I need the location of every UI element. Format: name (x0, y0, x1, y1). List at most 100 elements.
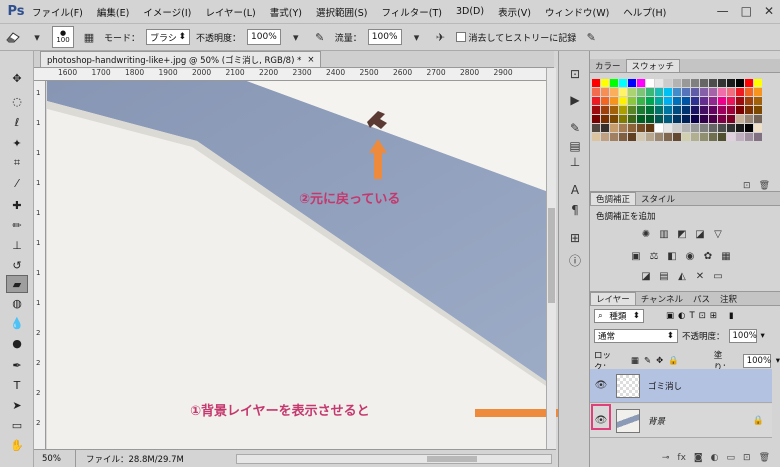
eyedropper-tool-icon[interactable]: ⁄ (6, 174, 28, 192)
new-layer-icon[interactable]: ⊡ (743, 453, 751, 463)
swatch[interactable] (754, 133, 762, 141)
hue-saturation-icon[interactable]: ▣ (630, 250, 642, 262)
exposure-icon[interactable]: ◪ (694, 228, 706, 240)
swatch[interactable] (727, 133, 735, 141)
swatch[interactable] (700, 115, 708, 123)
eraser-tool-icon[interactable] (4, 28, 22, 46)
chevron-down-icon[interactable]: ▾ (28, 28, 46, 46)
swatch[interactable] (673, 115, 681, 123)
tab-styles[interactable]: スタイル (636, 192, 680, 205)
swatch[interactable] (700, 124, 708, 132)
swatch[interactable] (664, 115, 672, 123)
swatch[interactable] (628, 124, 636, 132)
swatch[interactable] (718, 133, 726, 141)
swatch[interactable] (655, 79, 663, 87)
swatch[interactable] (664, 97, 672, 105)
levels-icon[interactable]: ▥ (658, 228, 670, 240)
blur-tool-icon[interactable]: 💧 (6, 314, 28, 332)
move-tool-icon[interactable]: ✥ (6, 69, 28, 87)
swatch[interactable] (601, 88, 609, 96)
swatch[interactable] (736, 124, 744, 132)
swatch[interactable] (619, 124, 627, 132)
adjustment-layer-icon[interactable]: ◐ (711, 453, 719, 463)
mask-icon[interactable]: ◙ (694, 453, 703, 463)
swatch[interactable] (637, 115, 645, 123)
hand-tool-icon[interactable]: ✋ (6, 436, 28, 454)
eye-icon[interactable]: 👁 (590, 380, 612, 391)
swatch[interactable] (619, 79, 627, 87)
type-tool-icon[interactable]: T (6, 376, 28, 394)
swatch[interactable] (736, 106, 744, 114)
chevron-down-icon[interactable]: ▾ (776, 356, 780, 366)
swatch[interactable] (727, 106, 735, 114)
swatch[interactable] (718, 106, 726, 114)
swatch[interactable] (637, 79, 645, 87)
photo-filter-icon[interactable]: ◉ (684, 250, 696, 262)
swatch[interactable] (628, 106, 636, 114)
close-tab-icon[interactable]: × (307, 55, 314, 65)
swatch[interactable] (673, 133, 681, 141)
menu-type[interactable]: 書式(Y) (270, 5, 302, 19)
filter-adjustment-icon[interactable]: ◐ (678, 311, 685, 321)
color-balance-icon[interactable]: ⚖ (648, 250, 660, 262)
swatch[interactable] (691, 97, 699, 105)
swatch[interactable] (610, 106, 618, 114)
swatch[interactable] (610, 124, 618, 132)
swatch[interactable] (592, 133, 600, 141)
swatch[interactable] (637, 106, 645, 114)
swatch[interactable] (682, 97, 690, 105)
vibrance-icon[interactable]: ▽ (712, 228, 724, 240)
swatch[interactable] (745, 79, 753, 87)
actions-play-icon[interactable]: ▶ (566, 91, 584, 109)
swatch[interactable] (754, 106, 762, 114)
swatch[interactable] (682, 106, 690, 114)
swatch[interactable] (700, 106, 708, 114)
character-icon[interactable]: A (566, 181, 584, 199)
layer-row-background[interactable]: 👁 背景 🔒 (590, 404, 772, 438)
swatch[interactable] (736, 133, 744, 141)
dodge-tool-icon[interactable]: ● (6, 334, 28, 352)
swatch[interactable] (655, 115, 663, 123)
opacity-field[interactable]: 100% (247, 29, 281, 45)
erase-history-checkbox[interactable] (455, 32, 466, 42)
swatch[interactable] (664, 79, 672, 87)
swatch[interactable] (754, 97, 762, 105)
lock-position-icon[interactable]: ✥ (656, 356, 663, 366)
swatch[interactable] (727, 88, 735, 96)
menu-3d[interactable]: 3D(D) (456, 6, 484, 17)
swatch[interactable] (709, 115, 717, 123)
swatch[interactable] (601, 115, 609, 123)
chevron-down-icon[interactable]: ▾ (408, 28, 426, 46)
swatch[interactable] (610, 79, 618, 87)
swatch[interactable] (646, 124, 654, 132)
swatch[interactable] (619, 97, 627, 105)
menu-help[interactable]: ヘルプ(H) (623, 5, 666, 19)
selective-color-icon[interactable]: ✕ (694, 270, 706, 282)
swatch[interactable] (655, 133, 663, 141)
mode-select[interactable]: ブラシ ⬍ (146, 29, 191, 45)
swatch[interactable] (682, 88, 690, 96)
filter-smart-icon[interactable]: ⊞ (710, 311, 717, 321)
swatch[interactable] (700, 88, 708, 96)
tool-presets-icon[interactable]: ⊞ (566, 229, 584, 247)
swatch[interactable] (709, 97, 717, 105)
info-icon[interactable]: ⓘ (566, 251, 584, 269)
tab-channels[interactable]: チャンネル (636, 292, 688, 305)
swatch[interactable] (691, 106, 699, 114)
swatch[interactable] (646, 133, 654, 141)
brush-panel-icon[interactable]: ✎ (566, 119, 584, 137)
brush-panel-icon[interactable]: ▦ (80, 28, 98, 46)
swatch[interactable] (745, 88, 753, 96)
swatch[interactable] (727, 115, 735, 123)
swatch[interactable] (619, 88, 627, 96)
swatch[interactable] (619, 133, 627, 141)
color-lookup-icon[interactable]: ▦ (720, 250, 732, 262)
swatch[interactable] (727, 79, 735, 87)
swatch[interactable] (628, 115, 636, 123)
brush-tool-icon[interactable]: ✏ (6, 216, 28, 234)
group-icon[interactable]: ▭ (727, 453, 736, 463)
gradient-tool-icon[interactable]: ◍ (6, 294, 28, 312)
swatch[interactable] (736, 115, 744, 123)
swatch[interactable] (709, 106, 717, 114)
swatch[interactable] (754, 79, 762, 87)
